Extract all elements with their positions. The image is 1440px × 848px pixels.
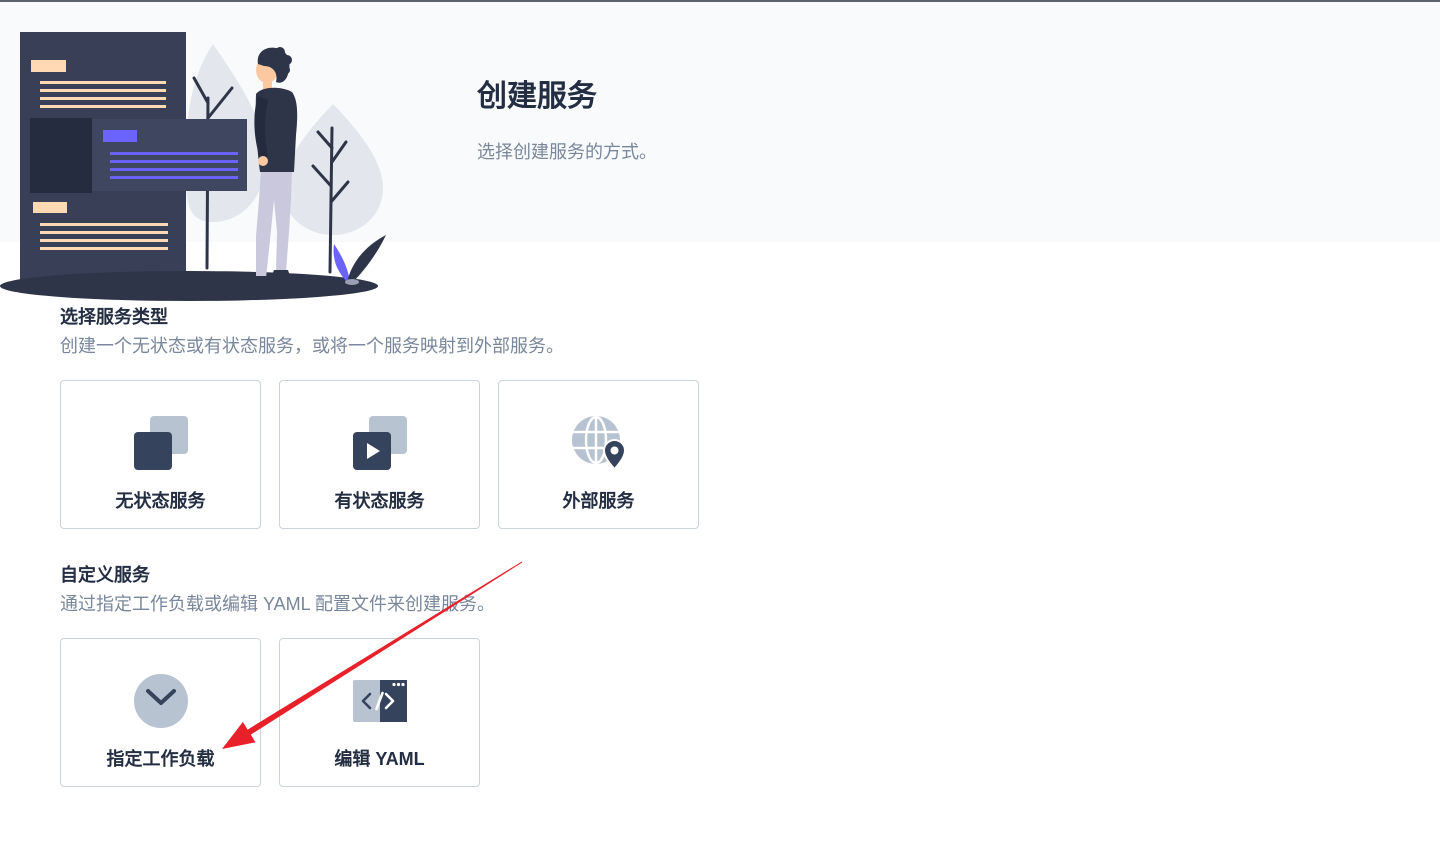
overlapping-squares-icon: [133, 416, 188, 470]
section-title-custom-service: 自定义服务: [60, 565, 150, 585]
external-service-card[interactable]: 外部服务: [498, 380, 699, 529]
stateless-service-card[interactable]: 无状态服务: [60, 380, 261, 529]
overlapping-squares-play-icon: [352, 416, 407, 470]
custom-service-options: 指定工作负载 编辑 YAML: [60, 638, 480, 787]
section-desc-service-type: 创建一个无状态或有状态服务，或将一个服务映射到外部服务。: [60, 336, 564, 356]
card-label: 有状态服务: [334, 491, 425, 511]
specify-workload-card[interactable]: 指定工作负载: [60, 638, 261, 787]
card-label: 指定工作负载: [106, 749, 215, 769]
chevron-down-circle-icon: [133, 674, 188, 728]
section-desc-custom-service: 通过指定工作负载或编辑 YAML 配置文件来创建服务。: [60, 594, 496, 614]
stateful-service-card[interactable]: 有状态服务: [279, 380, 480, 529]
page-title: 创建服务: [477, 80, 597, 113]
edit-yaml-card[interactable]: 编辑 YAML: [279, 638, 480, 787]
page-subtitle: 选择创建服务的方式。: [477, 142, 657, 162]
card-label: 外部服务: [562, 491, 635, 511]
card-label: 无状态服务: [115, 491, 206, 511]
code-window-icon: [352, 674, 407, 728]
section-title-service-type: 选择服务类型: [60, 307, 168, 327]
service-type-options: 无状态服务 有状态服务 外部服务: [60, 380, 699, 529]
tree-right: [283, 104, 384, 235]
card-label: 编辑 YAML: [334, 749, 425, 769]
globe-location-icon: [571, 416, 626, 470]
header-illustration: [0, 32, 386, 301]
